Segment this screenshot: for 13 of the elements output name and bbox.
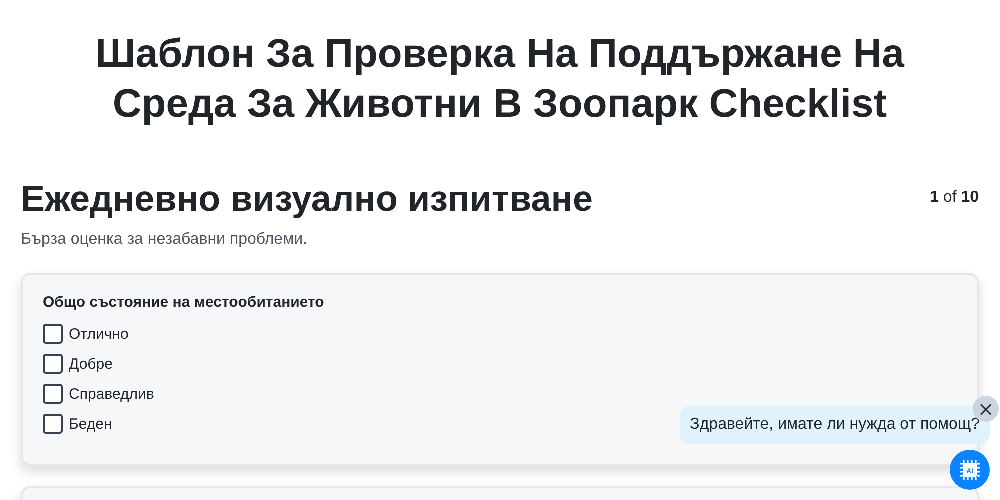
option-label: Справедлив (69, 386, 154, 402)
section-description: Бърза оценка за незабавни проблеми. (21, 231, 308, 249)
section-heading: Ежедневно визуално изпитване (21, 177, 593, 221)
option-label: Добре (69, 356, 113, 372)
checkbox[interactable] (43, 384, 63, 404)
page-title: Шаблон За Проверка На Поддържане На Среда За Животни В Зоопарк Checklist (94, 31, 906, 128)
checkbox[interactable] (43, 324, 63, 344)
option-label: Отлично (69, 326, 129, 342)
checkbox[interactable] (43, 354, 63, 374)
option-label: Беден (69, 416, 112, 432)
question-label: Общо състояние на местообитанието (43, 294, 326, 311)
page-counter: 1 of 10 (930, 189, 979, 207)
checkbox[interactable] (43, 414, 63, 434)
